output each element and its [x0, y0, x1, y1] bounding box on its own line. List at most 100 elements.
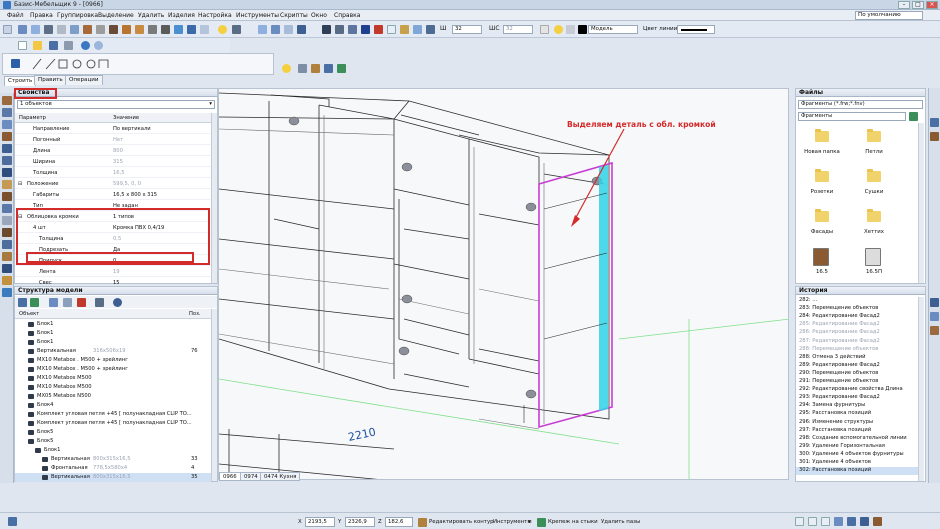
tree-row[interactable]: Блок1 — [15, 338, 211, 347]
minimize-button[interactable]: – — [898, 1, 910, 9]
history-item[interactable]: 286: Редактирование Фасад2 — [799, 329, 880, 337]
grid-icon[interactable] — [200, 25, 209, 34]
menu-products[interactable]: Изделия — [168, 12, 195, 19]
cube-orange-icon[interactable] — [135, 25, 144, 34]
status-material-icon[interactable] — [873, 517, 882, 526]
history-item[interactable]: 297: Расстановка позиций — [799, 427, 871, 435]
model-structure-scrollbar[interactable] — [211, 309, 217, 481]
tree-row[interactable]: Вертикальная 316x506x19 76 — [15, 347, 211, 356]
file-item[interactable]: Розетки — [800, 165, 844, 203]
strip-edge-icon[interactable] — [2, 180, 12, 189]
tree-row[interactable]: MX10 Metabox . M500 + зрейлинг — [15, 356, 211, 365]
menu-tools[interactable]: Инструменты — [236, 12, 279, 19]
menu-edit[interactable]: Правка — [30, 12, 53, 19]
history-item[interactable]: 294: Замена фурнитуры — [799, 402, 865, 410]
tree-expand-icon[interactable] — [18, 298, 27, 307]
property-row[interactable]: Погонный Нет — [15, 135, 211, 145]
edit-contour-button[interactable]: Редактировать контур — [429, 517, 494, 527]
pan-icon[interactable] — [297, 25, 306, 34]
selection-select[interactable]: 1 объектов ▾ — [17, 100, 215, 109]
history-item[interactable]: 289: Редактирование Фасад2 — [799, 362, 880, 370]
history-item[interactable]: 302: Расстановка позиций — [796, 467, 918, 475]
strip-shelf-icon[interactable] — [2, 156, 12, 165]
save-icon[interactable] — [49, 41, 58, 50]
tab-operations[interactable]: Операции — [65, 75, 103, 85]
files-up-icon[interactable] — [909, 112, 918, 121]
redo-icon[interactable] — [94, 41, 103, 50]
history-item[interactable]: 293: Редактирование Фасад2 — [799, 394, 880, 402]
cube-brown-icon[interactable] — [122, 25, 131, 34]
tree-row[interactable]: Блок5 — [15, 437, 211, 446]
file-item[interactable]: Сушки — [852, 165, 896, 203]
property-row[interactable]: Ширина 315 — [15, 157, 211, 167]
strip-slot-icon[interactable] — [2, 264, 12, 273]
report-icon[interactable] — [337, 64, 346, 73]
angle-icon[interactable] — [413, 25, 422, 34]
ruler-icon[interactable] — [400, 25, 409, 34]
property-value[interactable]: По вертикали — [113, 124, 151, 133]
history-item[interactable]: 296: Изменение структуры — [799, 419, 873, 427]
strip-mirror-icon[interactable] — [2, 204, 12, 213]
strip-box-icon[interactable] — [2, 108, 12, 117]
sigma-icon[interactable] — [324, 64, 333, 73]
tab-build[interactable]: Строить — [4, 76, 37, 86]
file-item[interactable]: 16.5П — [852, 245, 896, 283]
maximize-button[interactable]: □ — [912, 1, 924, 9]
file-item[interactable]: Петли — [852, 125, 896, 163]
panel-icon[interactable] — [44, 25, 53, 34]
strip-panel-icon[interactable] — [2, 96, 12, 105]
zoom-all-icon[interactable] — [271, 25, 280, 34]
rotate-icon[interactable] — [187, 25, 196, 34]
strip-cut-icon[interactable] — [2, 192, 12, 201]
zoom-window-icon[interactable] — [258, 25, 267, 34]
property-row[interactable]: Направление По вертикали — [15, 124, 211, 134]
status-snap-icon[interactable] — [821, 517, 830, 526]
file-item[interactable]: Хеттих — [852, 205, 896, 243]
history-scrollbar[interactable] — [918, 297, 924, 481]
coord-z-field[interactable]: 182,6 — [385, 517, 413, 527]
layer-select[interactable]: Модель — [588, 25, 638, 34]
menu-delete[interactable]: Удалить — [138, 12, 164, 19]
coord-x-field[interactable]: 2193,5 — [305, 517, 335, 527]
new-file-icon[interactable] — [18, 41, 27, 50]
strip-profile-icon[interactable] — [2, 252, 12, 261]
menu-file[interactable]: Файл — [7, 12, 24, 19]
history-item[interactable]: 291: Перемещение объектов — [799, 378, 878, 386]
snap-grid-icon[interactable] — [335, 25, 344, 34]
property-value[interactable]: 19 — [113, 267, 120, 276]
right-strip-layers-icon[interactable] — [930, 298, 939, 307]
property-value[interactable]: 599,5, 0, 0 — [113, 179, 141, 188]
right-strip-panel-icon[interactable] — [930, 118, 939, 127]
tree-eye-icon[interactable] — [113, 298, 122, 307]
shade-icon[interactable] — [148, 25, 157, 34]
snap-red-icon[interactable] — [374, 25, 383, 34]
history-item[interactable]: 290: Перемещение объектов — [799, 370, 878, 378]
tree-tools-icon[interactable] — [63, 298, 72, 307]
print-icon[interactable] — [64, 41, 73, 50]
strip-copy-icon[interactable] — [2, 216, 12, 225]
strip-fastener-icon[interactable] — [2, 240, 12, 249]
strip-warning-icon[interactable] — [2, 276, 12, 285]
pick-icon[interactable] — [11, 59, 20, 68]
tree-row[interactable]: Вертикальная 800x315x16,5 35 — [15, 473, 211, 482]
property-row[interactable]: Толщина 16,5 — [15, 168, 211, 178]
tree-row[interactable]: MX10 Metabox M500 — [15, 374, 211, 383]
property-row[interactable]: Лента 19 — [15, 267, 211, 277]
history-item[interactable]: 295: Расстановка позиций — [799, 410, 871, 418]
history-item[interactable]: 299: Удаление Горизонтальная — [799, 443, 885, 451]
history-item[interactable]: 300: Удаление 4 объектов фурнитуры — [799, 451, 904, 459]
files-filter-select[interactable]: Фрагменты (*.frw;*.fnv) — [798, 100, 923, 109]
strip-wood-icon[interactable] — [2, 132, 12, 141]
thickness-select[interactable]: 32 — [452, 25, 482, 34]
status-grid-icon[interactable] — [795, 517, 804, 526]
history-item[interactable]: 284: Редактирование Фасад2 — [799, 313, 880, 321]
file-item[interactable]: Новая папка — [800, 125, 844, 163]
tree-row[interactable]: Блок5 — [15, 428, 211, 437]
property-value[interactable]: Нет — [113, 135, 123, 144]
tree-row[interactable]: Фронтальная 778,5x580x4 4 — [15, 464, 211, 473]
menu-scripts[interactable]: Скрипты — [280, 12, 308, 19]
history-item[interactable]: 301: Удаление 4 объектов — [799, 459, 871, 467]
depth-select[interactable]: 32 — [503, 25, 533, 34]
doc-tab-0474[interactable]: 0474 Кухня — [260, 472, 301, 481]
layer-color-swatch[interactable] — [578, 25, 587, 34]
